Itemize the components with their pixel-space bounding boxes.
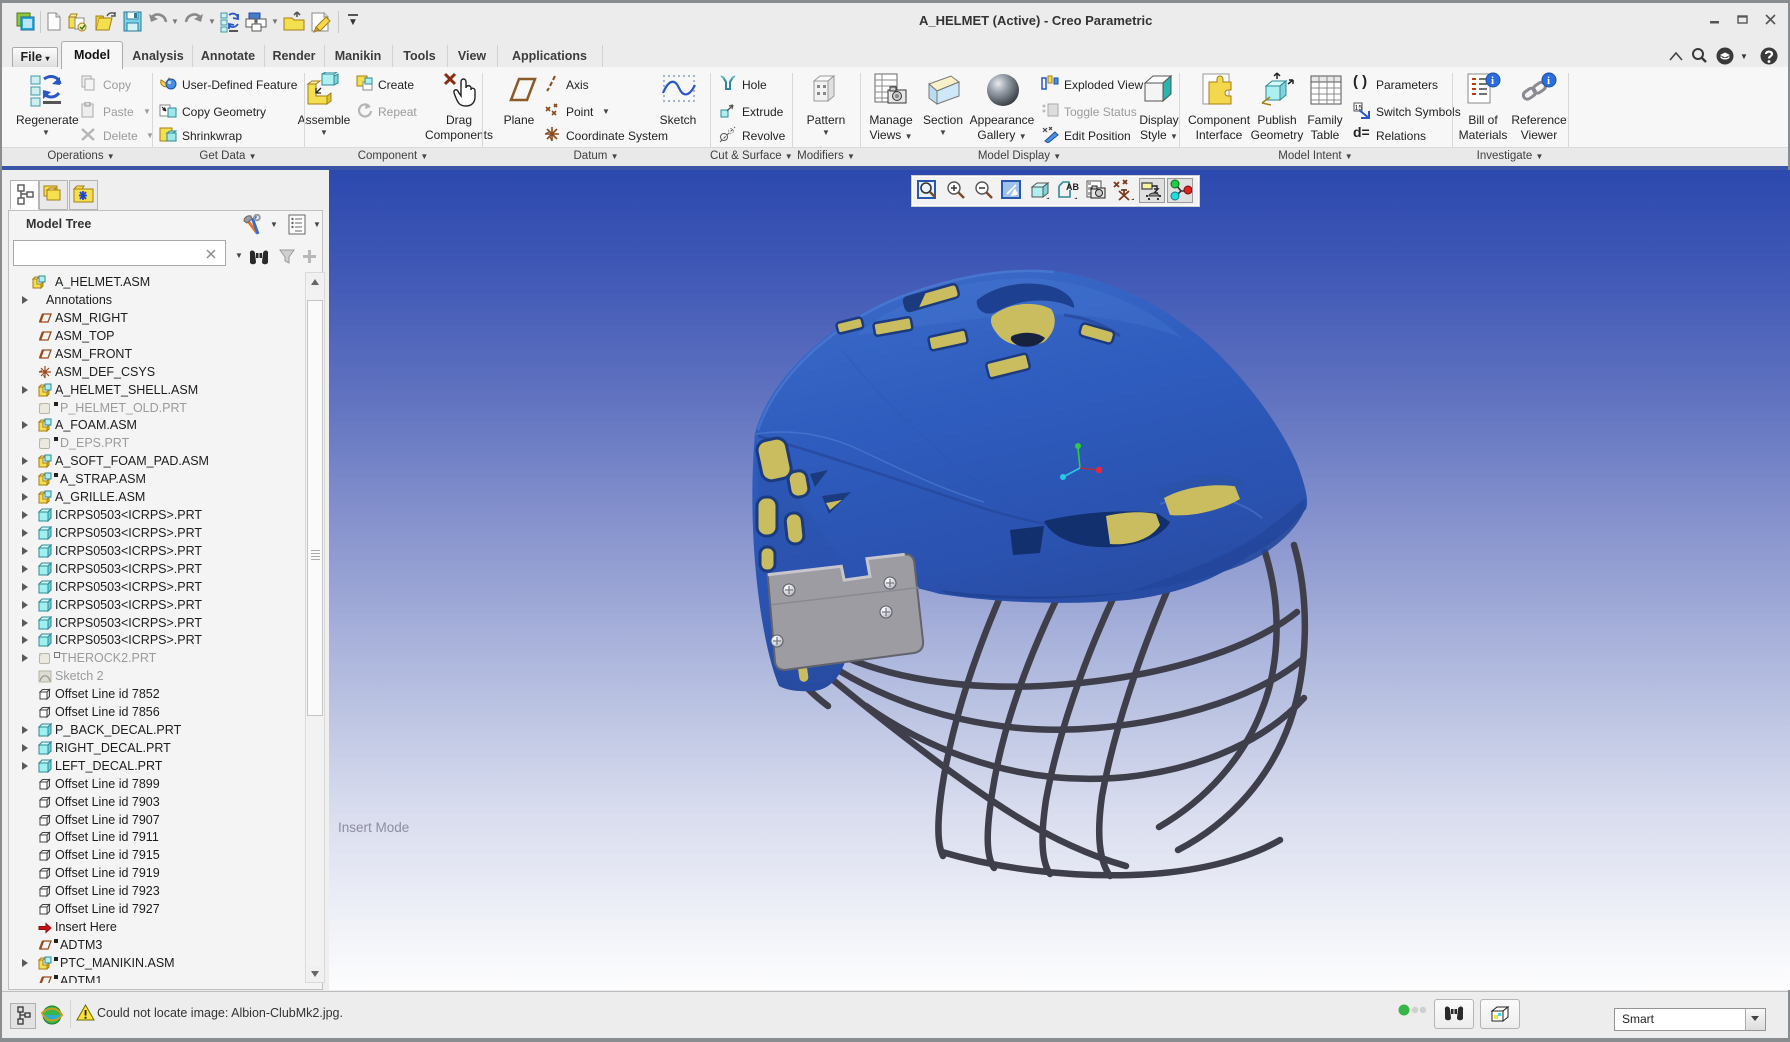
svg-text:i: i xyxy=(1547,75,1550,87)
svg-text:i: i xyxy=(1491,75,1494,87)
